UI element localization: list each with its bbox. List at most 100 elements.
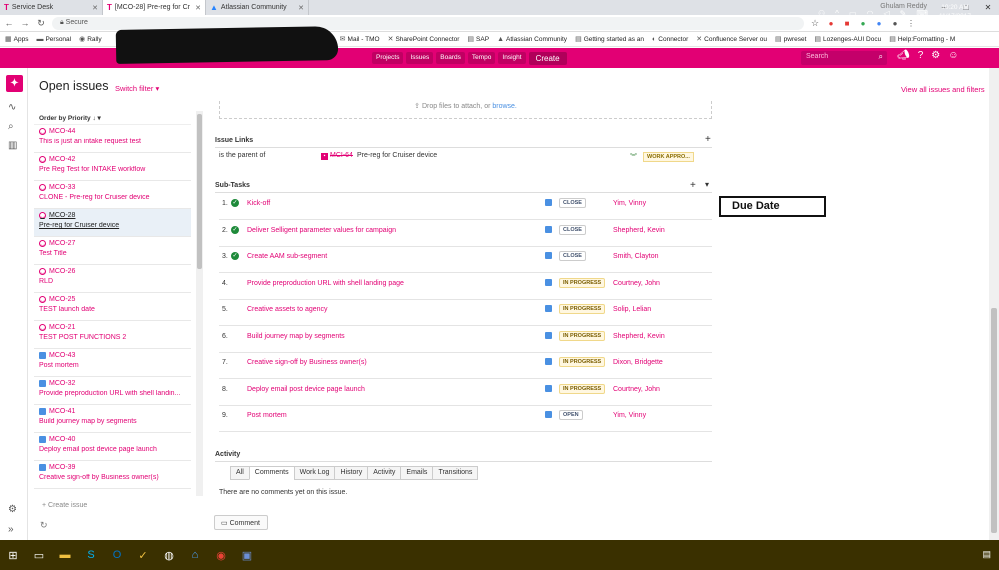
order-by-control[interactable]: Order by Priority ↓ ▾: [39, 114, 101, 122]
tray-up-icon[interactable]: ^: [835, 9, 839, 18]
skype-icon[interactable]: S: [78, 549, 104, 561]
subtask-row[interactable]: 8. Deploy email post device page launch IN…: [219, 380, 712, 406]
create-button[interactable]: Create: [528, 51, 567, 65]
reload-icon[interactable]: ↻: [36, 18, 46, 29]
subtask-row[interactable]: 1. ✓ Kick-off CLOSE Yim, Vinny: [219, 194, 712, 220]
subtask-summary-link[interactable]: Deliver Selligent parameter values for c…: [247, 227, 396, 234]
subtask-summary-link[interactable]: Provide preproduction URL with shell lan…: [247, 280, 404, 287]
tab-comments[interactable]: Comments: [248, 466, 294, 480]
project-logo[interactable]: ✦: [6, 75, 23, 92]
browser-tab-atlassian-community[interactable]: ▲ Atlassian Community ✕: [206, 0, 309, 15]
bookmark-help-formatting[interactable]: ▤ Help:Formatting - M: [889, 35, 955, 44]
settings-gear-icon[interactable]: ⚙: [931, 50, 940, 61]
issue-list-item[interactable]: MCO-32 Provide preproduction URL with she…: [34, 377, 191, 405]
attachment-drop-zone[interactable]: ⇪ Drop files to attach, or browse.: [219, 101, 712, 119]
create-issue-link[interactable]: + Create issue: [42, 502, 87, 509]
subtask-options-chevron-icon[interactable]: ▾: [705, 180, 709, 189]
tab-history[interactable]: History: [334, 466, 368, 480]
view-all-issues-link[interactable]: View all issues and filters: [901, 85, 985, 94]
issue-list-item[interactable]: ◡ MCO-42 Pre Reg Test for INTAKE workflow: [34, 153, 191, 181]
add-subtask-icon[interactable]: +: [690, 180, 696, 191]
issue-list-item[interactable]: MCO-39 Creative sign-off by Business owne…: [34, 461, 191, 489]
tab-transitions[interactable]: Transitions: [432, 466, 479, 480]
bookmark-apps[interactable]: ▦ Apps: [5, 35, 28, 44]
issue-list-item[interactable]: ◡ MCO-25 TEST launch date: [34, 293, 191, 321]
subtask-row[interactable]: 3. ✓ Create AAM sub-segment CLOSE Smith, Cla…: [219, 247, 712, 273]
close-window-icon[interactable]: ✕: [977, 0, 999, 15]
issue-list-item[interactable]: ◡ MCO-33 CLONE - Pre-reg for Cruiser devic…: [34, 181, 191, 209]
header-search-input[interactable]: Search ⌕: [801, 51, 887, 65]
subtask-summary-link[interactable]: Kick-off: [247, 200, 270, 207]
bookmark-mail[interactable]: ✉ Mail - TMO: [340, 35, 380, 44]
file-explorer-icon[interactable]: ▬: [52, 549, 78, 561]
comment-button[interactable]: ▭ Comment: [214, 515, 268, 530]
subtask-summary-link[interactable]: Build journey map by segments: [247, 333, 345, 340]
windows-start-icon[interactable]: ⊞: [0, 549, 26, 562]
remote-desktop-icon[interactable]: ▣: [234, 549, 260, 562]
battery-icon[interactable]: ▭: [849, 9, 857, 18]
subtask-summary-link[interactable]: Creative assets to agency: [247, 306, 328, 313]
new-tab-button[interactable]: [309, 0, 325, 15]
subtask-summary-link[interactable]: Create AAM sub-segment: [247, 253, 327, 260]
bookmark-star-icon[interactable]: ☆: [810, 18, 820, 29]
pen-icon[interactable]: ✎: [900, 9, 907, 18]
menu-dots-icon[interactable]: ⋮: [906, 19, 916, 28]
subtask-row[interactable]: 6. Build journey map by segments IN PROGRE…: [219, 327, 712, 353]
issue-list-item[interactable]: ◡ MCO-27 Test Title: [34, 237, 191, 265]
settings-icon[interactable]: ⚙: [8, 504, 17, 515]
people-icon[interactable]: ⚇: [818, 9, 825, 18]
tab-emails[interactable]: Emails: [400, 466, 433, 480]
notifications-icon[interactable]: ▤: [982, 549, 991, 560]
forward-icon[interactable]: →: [20, 18, 30, 28]
bookmark-personal[interactable]: ▬ Personal: [36, 36, 71, 43]
subtask-assignee[interactable]: Solip, Lelian: [613, 306, 651, 313]
subtask-assignee[interactable]: Courtney, John: [613, 280, 660, 287]
subtask-summary-link[interactable]: Creative sign-off by Business owner(s): [247, 359, 367, 366]
keyboard-icon[interactable]: ⌨: [916, 9, 928, 18]
outlook-icon[interactable]: O: [104, 549, 130, 561]
refresh-icon[interactable]: ↻: [40, 520, 48, 531]
extension-blue-icon[interactable]: ●: [874, 19, 884, 28]
extension-red-icon[interactable]: ●: [826, 19, 836, 28]
switch-filter-link[interactable]: Switch filter ▾: [115, 84, 159, 93]
scrollbar-thumb[interactable]: [991, 308, 997, 533]
extension-abp-icon[interactable]: ■: [842, 19, 852, 28]
subtask-assignee[interactable]: Dixon, Bridgette: [613, 359, 663, 366]
close-tab-icon[interactable]: ✕: [92, 4, 98, 12]
bookmark-pwreset[interactable]: ▤ pwreset: [775, 35, 806, 44]
header-projects-button[interactable]: Projects: [372, 52, 404, 64]
linked-issue-key[interactable]: ▪ MCI-64: [321, 152, 353, 160]
issue-list-item[interactable]: ◡ MCO-28 Pre-reg for Cruiser device: [34, 209, 191, 237]
issue-list-item[interactable]: ◡ MCO-44 This is just an intake request te…: [34, 125, 191, 153]
taskbar-clock[interactable]: 10:20 AM 11/17/2017: [939, 3, 971, 21]
bookmark-lozenges[interactable]: ▤ Lozenges-AUI Docu: [814, 35, 881, 44]
megaphone-icon[interactable]: 📣︎: [897, 50, 910, 61]
subtask-assignee[interactable]: Yim, Vinny: [613, 200, 646, 207]
extension-green-icon[interactable]: ●: [858, 19, 868, 28]
bookmark-connector[interactable]: ◐ Connector: [652, 36, 688, 43]
tab-activity[interactable]: Activity: [367, 466, 401, 480]
subtask-row[interactable]: 2. ✓ Deliver Selligent parameter values fo…: [219, 221, 712, 247]
expand-chevron-icon[interactable]: »: [8, 524, 14, 535]
header-boards-button[interactable]: Boards: [436, 52, 465, 64]
bookmark-getting-started[interactable]: ▤ Getting started as an: [575, 35, 644, 44]
browse-link[interactable]: browse.: [492, 103, 517, 110]
subtask-row[interactable]: 5. Creative assets to agency IN PROGRESS So…: [219, 300, 712, 326]
issue-list-scrollbar[interactable]: [196, 111, 203, 496]
subtask-assignee[interactable]: Shepherd, Kevin: [613, 333, 665, 340]
header-insight-button[interactable]: Insight: [498, 52, 526, 64]
subtask-row[interactable]: 9. Post mortem OPEN Yim, Vinny: [219, 406, 712, 432]
linked-issue-summary[interactable]: Pre-reg for Cruiser device: [357, 152, 437, 159]
issues-search-icon[interactable]: ⌕: [8, 121, 14, 132]
activity-pulse-icon[interactable]: ∿: [8, 102, 16, 113]
add-link-icon[interactable]: +: [705, 134, 711, 145]
subtask-row[interactable]: 7. Creative sign-off by Business owner(s)…: [219, 353, 712, 379]
bookmark-confluence[interactable]: ✕ Confluence Server ou: [696, 35, 767, 44]
chrome-icon[interactable]: ◉: [208, 549, 234, 562]
extension-gray-icon[interactable]: ●: [890, 19, 900, 28]
browser-tab-mco-28[interactable]: T [MCO-28] Pre-reg for Cr ✕: [103, 0, 206, 15]
subtask-assignee[interactable]: Yim, Vinny: [613, 412, 646, 419]
bookmark-sharepoint[interactable]: ✕ SharePoint Connector: [388, 35, 460, 44]
browser-tab-service-desk[interactable]: T Service Desk ✕: [0, 0, 103, 15]
issue-list-item[interactable]: MCO-43 Post mortem: [34, 349, 191, 377]
